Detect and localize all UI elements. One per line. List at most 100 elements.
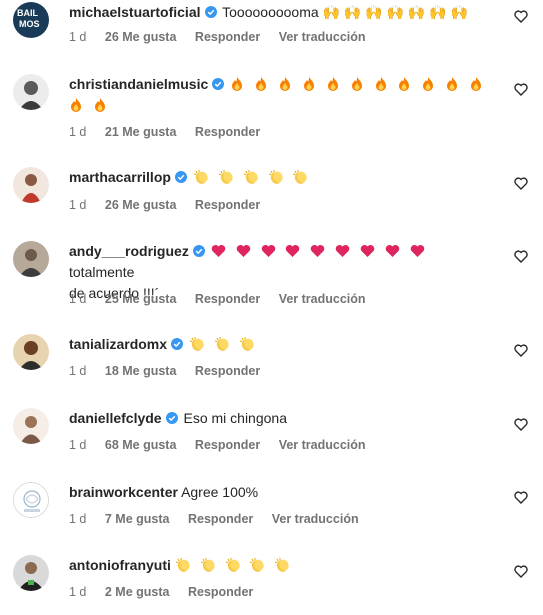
comment-text: Eso mi chingona <box>183 410 287 426</box>
verified-badge-icon <box>171 338 184 350</box>
fire-emoji <box>327 77 338 91</box>
comment-username[interactable]: daniellefclyde <box>69 410 162 426</box>
reply-button[interactable]: Responder <box>195 364 260 378</box>
raised-hands-emoji: 🙌 🙌 🙌 🙌 🙌 🙌 🙌 <box>322 4 468 20</box>
reply-button[interactable]: Responder <box>195 125 260 139</box>
likes-count[interactable]: 7 Me gusta <box>105 512 170 526</box>
verified-badge-icon <box>212 78 225 90</box>
comment-text: Toooooooooma <box>222 4 319 20</box>
clap-emoji <box>200 558 215 572</box>
comment-time: 1 d <box>69 292 87 306</box>
clap-emoji <box>243 170 258 184</box>
likes-count[interactable]: 2 Me gusta <box>105 585 170 599</box>
clap-emoji-row <box>189 336 260 352</box>
heart-emoji <box>211 245 225 257</box>
clap-emoji <box>268 170 283 184</box>
heart-outline-icon[interactable] <box>514 491 528 504</box>
heart-outline-icon[interactable] <box>514 250 528 263</box>
fire-emoji <box>471 77 482 91</box>
svg-text:MOS: MOS <box>19 19 40 29</box>
fire-emoji <box>447 77 458 91</box>
heart-outline-icon[interactable] <box>514 344 528 357</box>
heart-outline-icon[interactable] <box>514 418 528 431</box>
likes-count[interactable]: 18 Me gusta <box>105 364 177 378</box>
comment-time: 1 d <box>69 198 87 212</box>
clap-emoji <box>214 337 229 351</box>
verified-badge-icon <box>165 412 178 424</box>
fire-emoji <box>351 77 362 91</box>
reply-button[interactable]: Responder <box>195 292 260 306</box>
comment-time: 1 d <box>69 438 87 452</box>
clap-emoji <box>275 558 290 572</box>
heart-emoji <box>360 245 375 257</box>
comment-time: 1 d <box>69 30 87 44</box>
reply-button[interactable]: Responder <box>195 30 260 44</box>
heart-emoji <box>410 245 425 257</box>
fire-emoji <box>94 98 105 112</box>
reply-button[interactable]: Responder <box>188 512 253 526</box>
translate-button[interactable]: Ver traducción <box>279 30 366 44</box>
likes-count[interactable]: 68 Me gusta <box>105 438 177 452</box>
comment-username[interactable]: marthacarrillop <box>69 169 171 185</box>
comment-username[interactable]: antoniofranyuti <box>69 557 171 573</box>
comment-time: 1 d <box>69 125 87 139</box>
avatar[interactable] <box>13 74 49 110</box>
fire-emoji <box>256 77 267 91</box>
likes-count[interactable]: 26 Me gusta <box>105 30 177 44</box>
likes-count[interactable]: 21 Me gusta <box>105 125 177 139</box>
fire-emoji <box>399 77 410 91</box>
fire-emoji <box>279 77 290 91</box>
translate-button[interactable]: Ver traducción <box>272 512 359 526</box>
heart-emoji <box>385 245 400 257</box>
heart-emoji <box>311 245 325 257</box>
avatar[interactable] <box>13 408 49 444</box>
clap-emoji <box>293 170 308 184</box>
reply-button[interactable]: Responder <box>188 585 253 599</box>
clap-emoji <box>239 337 254 351</box>
clap-emoji <box>218 170 233 184</box>
heart-emoji-row <box>211 243 431 259</box>
clap-emoji-row <box>175 557 296 573</box>
fire-emoji <box>71 98 81 112</box>
fire-emoji <box>375 77 386 91</box>
heart-emoji <box>236 245 250 257</box>
comment-time: 1 d <box>69 585 87 599</box>
avatar[interactable] <box>13 555 49 591</box>
avatar[interactable]: BAIL MOS <box>13 2 49 38</box>
comment-text: totalmente <box>69 264 135 280</box>
comment-username[interactable]: christiandanielmusic <box>69 76 208 92</box>
verified-badge-icon <box>174 171 187 183</box>
svg-text:BAIL: BAIL <box>17 8 38 18</box>
avatar[interactable] <box>13 241 49 277</box>
heart-emoji <box>335 245 350 257</box>
clap-emoji <box>193 170 208 184</box>
clap-emoji-row <box>193 169 314 185</box>
heart-outline-icon[interactable] <box>514 83 528 96</box>
reply-button[interactable]: Responder <box>195 198 260 212</box>
clap-emoji <box>175 558 190 572</box>
likes-count[interactable]: 25 Me gusta <box>105 292 177 306</box>
comment-time: 1 d <box>69 364 87 378</box>
avatar[interactable] <box>13 482 49 518</box>
heart-emoji <box>261 245 275 257</box>
translate-button[interactable]: Ver traducción <box>279 438 366 452</box>
comment-username[interactable]: brainworkcenter <box>69 484 178 500</box>
heart-outline-icon[interactable] <box>514 565 528 578</box>
avatar[interactable] <box>13 334 49 370</box>
comment-username[interactable]: tanializardomx <box>69 336 167 352</box>
clap-emoji <box>189 337 204 351</box>
clap-emoji <box>225 558 240 572</box>
comment-text: Agree 100% <box>181 484 259 500</box>
likes-count[interactable]: 26 Me gusta <box>105 198 177 212</box>
verified-badge-icon <box>192 245 205 257</box>
comment-username[interactable]: michaelstuartoficial <box>69 4 201 20</box>
comment-username[interactable]: andy___rodriguez <box>69 243 189 259</box>
avatar[interactable] <box>13 167 49 203</box>
fire-emoji <box>232 77 243 91</box>
translate-button[interactable]: Ver traducción <box>279 292 366 306</box>
heart-outline-icon[interactable] <box>514 177 528 190</box>
comment-time: 1 d <box>69 512 87 526</box>
verified-badge-icon <box>204 6 217 18</box>
reply-button[interactable]: Responder <box>195 438 260 452</box>
heart-outline-icon[interactable] <box>514 10 528 23</box>
